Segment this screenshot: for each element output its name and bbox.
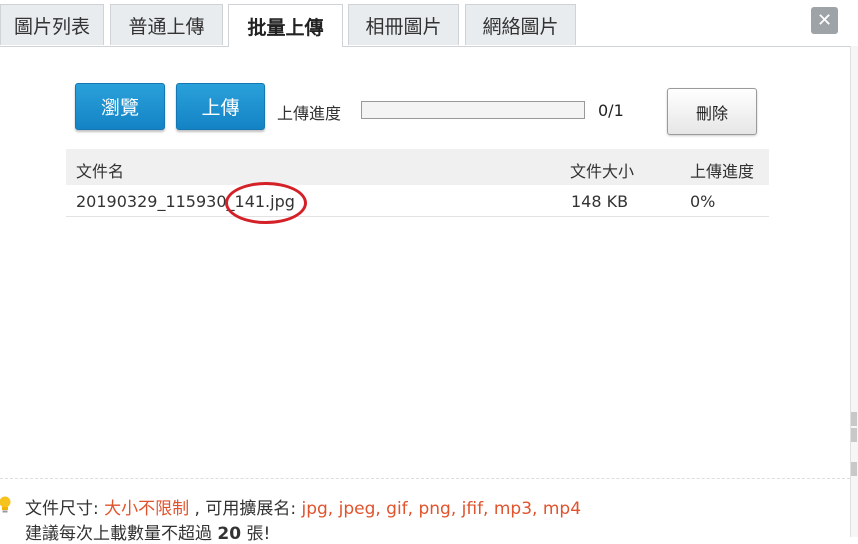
close-icon: ✕ [816, 10, 833, 31]
extension-value: jpg, jpeg, gif, png, jfif, mp3, mp4 [301, 499, 582, 519]
count-value: 20 [217, 524, 242, 544]
tab-label: 網絡圖片 [482, 15, 559, 38]
column-header-filename: 文件名 [76, 162, 125, 181]
lightbulb-icon [0, 496, 11, 513]
size-value: 大小不限制 [104, 499, 190, 519]
column-header-filesize: 文件大小 [570, 162, 635, 181]
delete-button[interactable]: 刪除 [667, 88, 757, 135]
tab-label: 批量上傳 [247, 16, 324, 39]
upload-progress-count: 0/1 [598, 101, 624, 120]
upload-progress-bar [361, 101, 585, 119]
scrollbar-mark [851, 412, 857, 426]
tab-label: 普通上傳 [128, 15, 205, 38]
extension-label: , 可用擴展名: [189, 499, 302, 519]
scrollbar-mark [851, 428, 857, 442]
tab-label: 圖片列表 [13, 15, 90, 38]
file-progress: 0% [690, 192, 716, 211]
browse-button[interactable]: 瀏覽 [75, 83, 165, 130]
column-header-progress: 上傳進度 [690, 162, 755, 181]
count-suffix: 張! [241, 524, 271, 544]
delete-button-label: 刪除 [695, 103, 728, 123]
count-prefix: 建議每次上載數量不超過 [25, 524, 218, 544]
upload-button-label: 上傳 [201, 97, 240, 119]
tab-batch-upload[interactable]: 批量上傳 [228, 4, 343, 47]
upload-count-hint: 建議每次上載數量不超過 20 張! [25, 519, 270, 544]
file-size: 148 KB [571, 192, 629, 211]
browse-button-label: 瀏覽 [100, 97, 139, 119]
close-button[interactable]: ✕ [811, 7, 838, 34]
upload-button[interactable]: 上傳 [176, 83, 265, 130]
file-table-header: 文件名 文件大小 上傳進度 [66, 149, 769, 185]
file-size-hint: 文件尺寸: 大小不限制 , 可用擴展名: jpg, jpeg, gif, png… [25, 494, 581, 519]
scrollbar-mark [851, 462, 857, 476]
tab-image-list[interactable]: 圖片列表 [0, 4, 104, 45]
upload-progress-label: 上傳進度 [277, 104, 342, 123]
size-label: 文件尺寸: [25, 499, 105, 519]
tab-album-images[interactable]: 相冊圖片 [348, 4, 459, 45]
file-name: 20190329_115930_141.jpg [76, 192, 295, 211]
footer-divider [0, 478, 850, 479]
table-row[interactable]: 20190329_115930_141.jpg 148 KB 0% [66, 185, 769, 217]
tab-bar: 圖片列表 普通上傳 批量上傳 相冊圖片 網絡圖片 ✕ [0, 0, 858, 47]
tab-web-images[interactable]: 網絡圖片 [465, 4, 576, 45]
tab-label: 相冊圖片 [365, 15, 442, 38]
tab-normal-upload[interactable]: 普通上傳 [110, 4, 223, 45]
